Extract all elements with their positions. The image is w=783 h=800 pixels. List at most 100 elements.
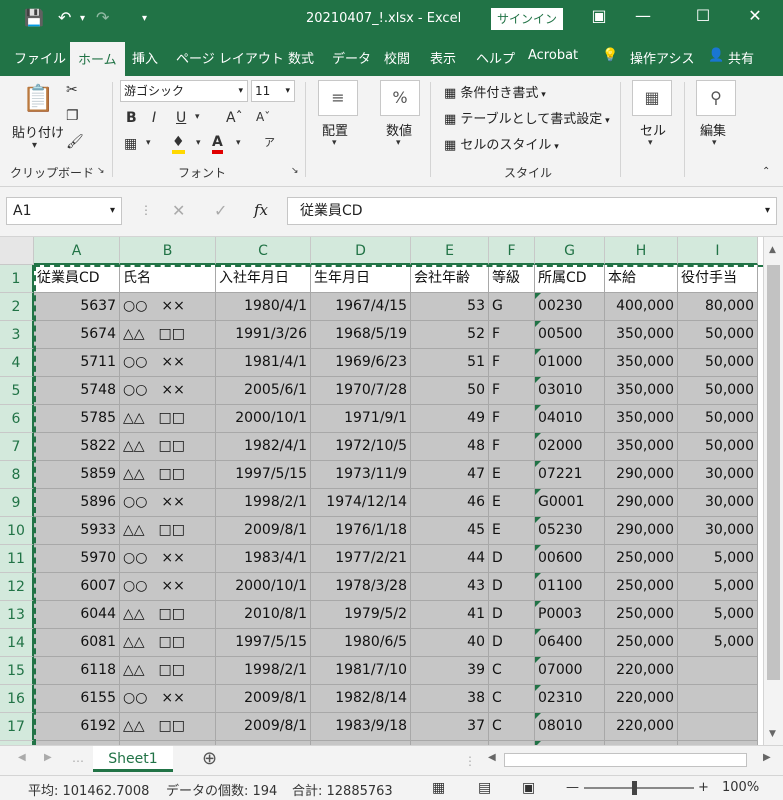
table-cell[interactable]: 250,000: [605, 573, 678, 601]
header-cell[interactable]: 所属CD: [535, 265, 605, 293]
underline-dropdown-icon[interactable]: ▾: [195, 112, 200, 122]
page-break-view-icon[interactable]: ▣: [522, 780, 535, 796]
sign-in-button[interactable]: サインイン: [491, 8, 563, 30]
more-sheets-icon[interactable]: ⋯: [72, 754, 84, 768]
italic-button[interactable]: I: [152, 110, 156, 126]
zoom-level[interactable]: 100%: [722, 780, 759, 795]
minimize-icon[interactable]: —: [628, 6, 658, 25]
spreadsheet-grid[interactable]: A B C D E F G H I 1 従業員CD 氏名 入社年月日 生年月日 会社年齢 等級 所属CD 本給 役付…: [0, 237, 763, 745]
chevron-down-icon[interactable]: ▾: [332, 138, 337, 148]
table-cell[interactable]: 1967/4/15: [311, 293, 411, 321]
table-cell[interactable]: 290,000: [605, 461, 678, 489]
table-cell[interactable]: △△ □□: [120, 433, 216, 461]
dialog-launcher-icon[interactable]: ↘: [291, 166, 299, 176]
table-cell[interactable]: 1997/5/15: [216, 461, 311, 489]
normal-view-icon[interactable]: ▦: [432, 780, 445, 796]
add-sheet-icon[interactable]: ⊕: [202, 748, 217, 769]
table-cell[interactable]: 39: [411, 657, 489, 685]
table-cell[interactable]: 07221: [535, 461, 605, 489]
tab-page-layout[interactable]: ページ レイアウト: [176, 48, 284, 67]
table-cell[interactable]: 5,000: [678, 545, 758, 573]
table-cell[interactable]: F: [489, 433, 535, 461]
decrease-font-icon[interactable]: Aˇ: [256, 110, 270, 124]
tab-data[interactable]: データ: [332, 48, 371, 67]
row-header[interactable]: 7: [0, 433, 34, 461]
table-cell[interactable]: 41: [411, 601, 489, 629]
table-cell[interactable]: 1978/3/28: [311, 573, 411, 601]
table-cell[interactable]: 5859: [34, 461, 120, 489]
table-cell[interactable]: 1979/5/2: [311, 601, 411, 629]
table-cell[interactable]: D: [489, 573, 535, 601]
close-icon[interactable]: ✕: [740, 6, 770, 25]
table-cell[interactable]: 04010: [535, 405, 605, 433]
table-cell[interactable]: 37: [411, 713, 489, 741]
bold-button[interactable]: B: [126, 110, 137, 126]
customize-toolbar-icon[interactable]: ▾: [142, 13, 147, 24]
header-cell[interactable]: 生年月日: [311, 265, 411, 293]
row-header[interactable]: 17: [0, 713, 34, 741]
table-cell[interactable]: 47: [411, 461, 489, 489]
table-cell[interactable]: △△ □□: [120, 405, 216, 433]
row-header[interactable]: 8: [0, 461, 34, 489]
table-cell[interactable]: 49: [411, 405, 489, 433]
table-cell[interactable]: E: [489, 461, 535, 489]
border-dropdown-icon[interactable]: ▾: [146, 138, 151, 148]
column-header[interactable]: C: [216, 237, 311, 265]
table-cell[interactable]: 350,000: [605, 321, 678, 349]
search-icon[interactable]: ⚲: [696, 80, 736, 116]
enter-icon[interactable]: ✓: [214, 201, 227, 220]
table-cell[interactable]: △△ □□: [120, 321, 216, 349]
next-sheet-icon[interactable]: ▶: [44, 752, 52, 763]
table-cell[interactable]: 290,000: [605, 489, 678, 517]
save-icon[interactable]: 💾: [24, 8, 44, 27]
table-cell[interactable]: 1980/4/1: [216, 293, 311, 321]
zoom-slider-thumb[interactable]: [632, 781, 637, 795]
insert-function-button[interactable]: fx: [254, 201, 268, 219]
table-cell[interactable]: 1968/5/19: [311, 321, 411, 349]
cell-styles-button[interactable]: ▦ セルのスタイル ▾: [444, 134, 559, 153]
table-cell[interactable]: △△ □□: [120, 601, 216, 629]
zoom-slider[interactable]: [584, 787, 694, 789]
table-cell[interactable]: G0001: [535, 489, 605, 517]
number-format-button[interactable]: 数値: [386, 120, 412, 139]
table-cell[interactable]: 02000: [535, 433, 605, 461]
table-cell[interactable]: 1998/2/1: [216, 657, 311, 685]
table-cell[interactable]: 1998/2/1: [216, 489, 311, 517]
table-cell[interactable]: F: [489, 349, 535, 377]
table-cell[interactable]: 40: [411, 629, 489, 657]
table-cell[interactable]: △△ □□: [120, 629, 216, 657]
table-cell[interactable]: 51: [411, 349, 489, 377]
column-header[interactable]: D: [311, 237, 411, 265]
table-cell[interactable]: ○○ ××: [120, 545, 216, 573]
table-cell[interactable]: 5748: [34, 377, 120, 405]
table-cell[interactable]: 5785: [34, 405, 120, 433]
alignment-button[interactable]: 配置: [322, 120, 348, 139]
table-cell[interactable]: [678, 713, 758, 741]
zoom-out-icon[interactable]: —: [566, 780, 579, 795]
underline-button[interactable]: U: [176, 110, 186, 126]
fill-dropdown-icon[interactable]: ▾: [196, 138, 201, 148]
table-cell[interactable]: 350,000: [605, 433, 678, 461]
table-cell[interactable]: F: [489, 377, 535, 405]
scroll-left-icon[interactable]: ◀: [488, 752, 496, 763]
table-cell[interactable]: C: [489, 685, 535, 713]
row-header[interactable]: 2: [0, 293, 34, 321]
header-cell[interactable]: 役付手当: [678, 265, 758, 293]
table-cell[interactable]: 1977/2/21: [311, 545, 411, 573]
table-cell[interactable]: 08010: [535, 713, 605, 741]
table-cell[interactable]: 03010: [535, 377, 605, 405]
table-cell[interactable]: 52: [411, 321, 489, 349]
row-header[interactable]: 4: [0, 349, 34, 377]
chevron-down-icon[interactable]: ▾: [648, 138, 653, 148]
table-cell[interactable]: 350,000: [605, 405, 678, 433]
table-cell[interactable]: [678, 685, 758, 713]
table-cell[interactable]: P0003: [535, 601, 605, 629]
phonetic-icon[interactable]: ア: [264, 134, 275, 150]
row-header[interactable]: 13: [0, 601, 34, 629]
row-header[interactable]: 6: [0, 405, 34, 433]
undo-icon[interactable]: ↶: [58, 8, 71, 27]
font-color-dropdown-icon[interactable]: ▾: [236, 138, 241, 148]
table-cell[interactable]: 00600: [535, 545, 605, 573]
undo-dropdown-icon[interactable]: ▾: [80, 13, 85, 24]
table-cell[interactable]: 30,000: [678, 489, 758, 517]
